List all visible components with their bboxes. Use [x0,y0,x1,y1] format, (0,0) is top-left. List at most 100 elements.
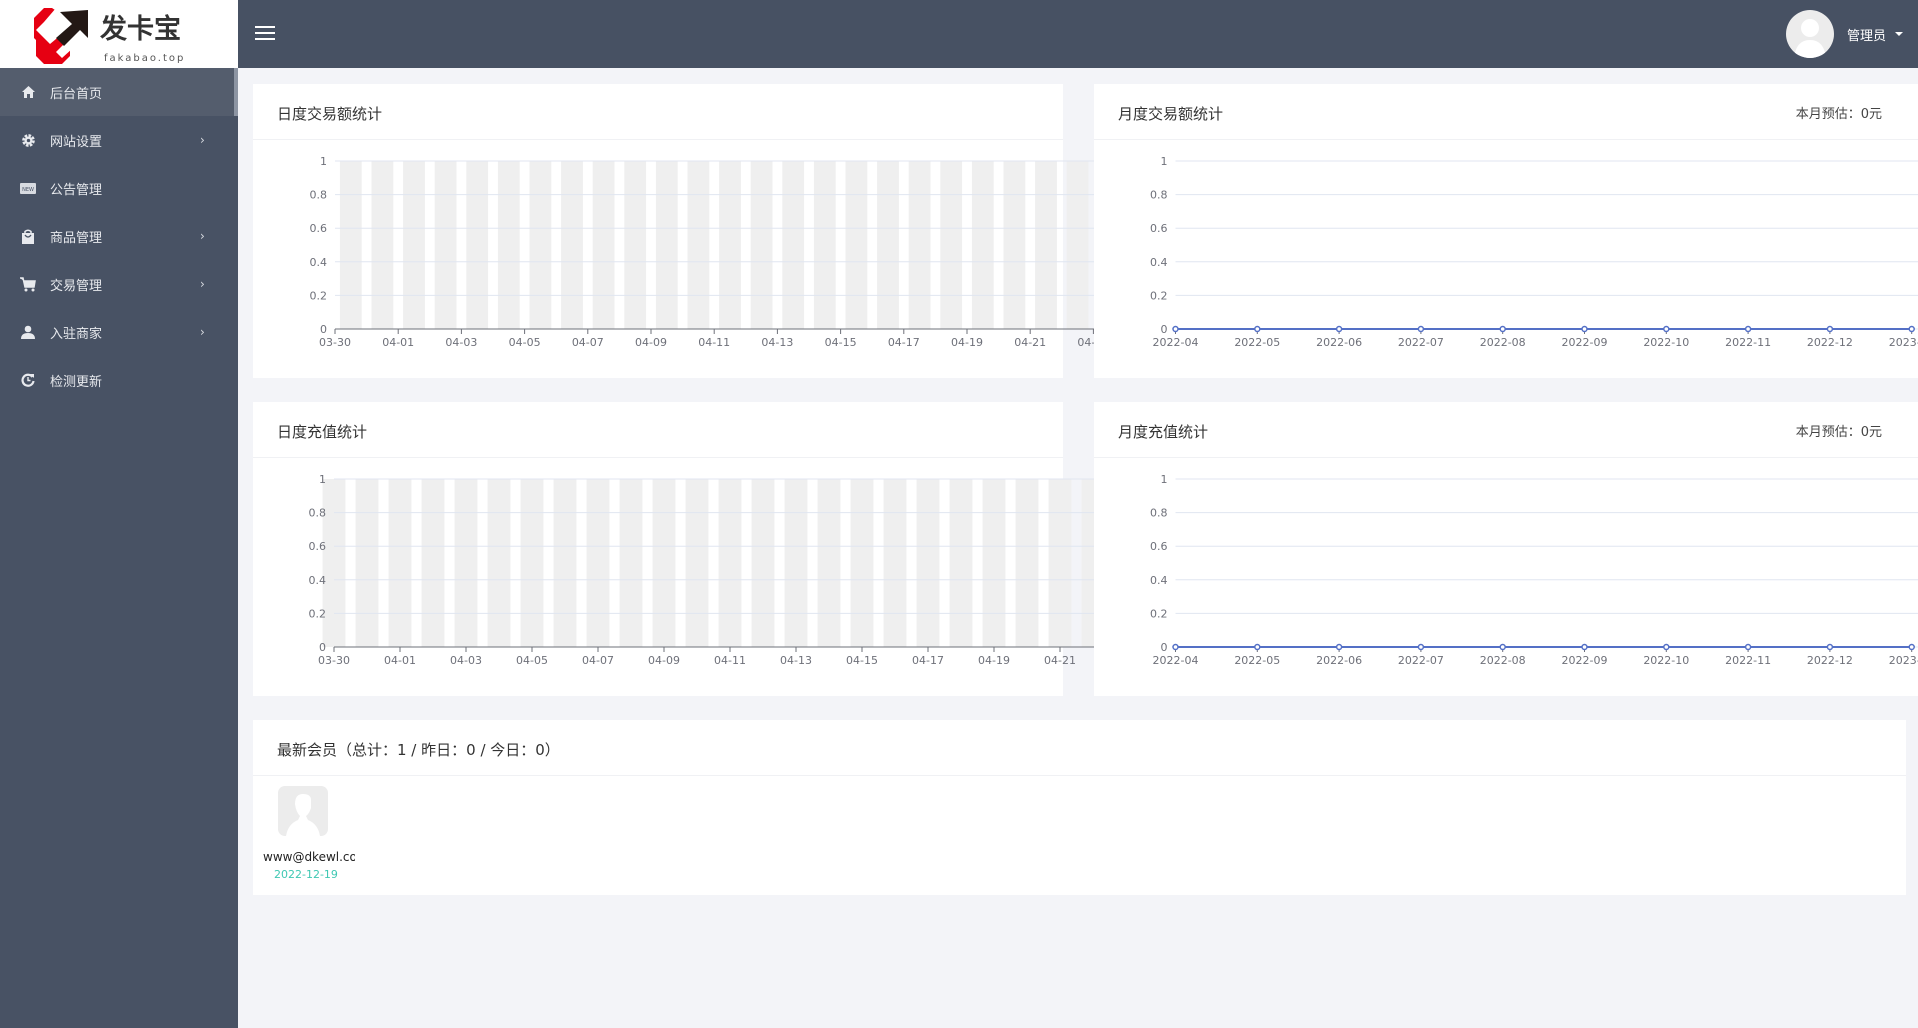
y-tick-label: 0.8 [309,507,327,520]
sidebar: 后台首页 网站设置 › NEW 公告管理 商品管理 › 交易管理 › 入驻商家 … [0,68,238,1028]
daily-recharge-card: 日度充值统计 0 0.2 0.4 0.6 0.8 1 03-30 04-01 04-03 04-0… [253,402,1142,696]
y-tick-label: 1 [1161,473,1168,486]
x-tick-label: 04-15 [825,336,857,349]
bar-background [1048,479,1072,647]
top-bar: 管理员 [238,0,1918,68]
bar-background [421,479,445,647]
x-tick-label: 04-13 [761,336,793,349]
data-point [1908,325,1915,333]
x-tick-label: 2022-12 [1807,654,1853,667]
x-tick-label: 2022-11 [1725,654,1771,667]
member-date: 2022-12-19 [274,868,338,881]
bar-background [845,161,868,329]
y-tick-label: 0.4 [310,256,328,269]
bar-background [971,161,994,329]
bar-background [592,161,615,329]
bar-background [355,479,379,647]
x-tick-label: 04-03 [445,336,477,349]
data-point [1908,643,1915,651]
y-tick-label: 0.2 [1150,289,1168,302]
bar-background [817,479,841,647]
sidebar-item-products[interactable]: 商品管理 › [0,212,234,260]
logo[interactable]: 发卡宝 fakabao.top [0,0,238,68]
sidebar-item-check-update[interactable]: 检测更新 [0,356,234,404]
sidebar-item-label: 检测更新 [50,374,103,390]
bar-background [1015,479,1039,647]
bar-background [466,161,489,329]
x-tick-label: 2022-06 [1316,336,1362,349]
chevron-right-icon: › [200,325,205,339]
bar-background [982,479,1006,647]
monthly-recharge-chart: 0 0.2 0.4 0.6 0.8 1 2022-04 2022-05 2022-06 2022-… [1150,473,1918,667]
bar-background [784,479,808,647]
monthly-trade-card: 月度交易额统计 本月预估：0元 0 0.2 0.4 0.6 0.8 1 2022-04 202… [1094,84,1918,378]
caret-down-icon[interactable] [1895,32,1903,36]
data-point [1663,325,1670,333]
sidebar-item-label: 商品管理 [50,230,103,246]
card-title: 最新会员（总计：1 / 昨日：0 / 今日：0） [277,741,560,759]
data-point [1744,325,1752,333]
sidebar-item-dashboard[interactable]: 后台首页 [0,68,234,116]
data-point [1744,643,1752,651]
bar-background [339,161,362,329]
bar-background [624,161,647,329]
logo-subtext: fakabao.top [104,53,185,64]
bar-background [718,479,742,647]
bar-background [520,479,544,647]
bar-background [371,161,394,329]
y-tick-label: 0 [319,641,326,654]
bar-background [561,161,583,329]
bag-icon [19,227,37,245]
x-tick-label: 2022-08 [1480,336,1526,349]
menu-toggle-icon[interactable] [255,26,275,42]
data-point [1663,643,1670,651]
y-tick-label: 0.2 [1150,607,1168,620]
member-avatar[interactable] [278,786,328,836]
data-point [1417,325,1425,333]
x-tick-label: 04-19 [978,654,1010,667]
user-menu[interactable]: 管理员 [1847,25,1886,44]
bar-background [685,479,709,647]
bar-background [750,161,773,329]
bar-background [782,161,805,329]
refresh-icon [19,371,37,389]
sidebar-scrollbar[interactable] [234,68,238,116]
sidebar-item-label: 入驻商家 [50,326,103,342]
x-tick-label: 04-17 [912,654,944,667]
x-tick-label: 2022-12 [1807,336,1853,349]
y-tick-label: 1 [320,155,327,168]
y-tick-label: 0.8 [310,189,328,202]
x-tick-label: 2022-06 [1316,654,1362,667]
sidebar-item-merchants[interactable]: 入驻商家 › [0,308,234,356]
x-tick-label: 04-15 [846,654,878,667]
monthly-trade-chart: 0 0.2 0.4 0.6 0.8 1 2022-04 2022-05 2022-06 2022-… [1150,155,1918,349]
bar-background [586,479,610,647]
data-point [1172,325,1179,333]
y-tick-label: 0.6 [1150,540,1168,553]
sidebar-item-site-settings[interactable]: 网站设置 › [0,116,234,164]
sidebar-item-label: 后台首页 [50,86,103,102]
logo-image: 发卡宝 fakabao.top [34,8,185,64]
cart-icon [19,275,37,293]
sidebar-item-transactions[interactable]: 交易管理 › [0,260,234,308]
daily-trade-chart: 0 0.2 0.4 0.6 0.8 1 03-30 04-01 04-03 04-05 04-07 0… [310,155,1121,349]
bar-background [529,161,552,329]
x-tick-label: 04-11 [714,654,746,667]
bar-background [908,161,931,329]
daily-trade-card: 日度交易额统计 0 0.2 0.4 0.6 0.8 1 03-30 04-01 04-03 04-… [253,84,1121,378]
x-tick-label: 04-19 [951,336,983,349]
bar-background [655,161,678,329]
bar-background [403,161,425,329]
x-tick-label: 04-09 [648,654,680,667]
x-tick-label: 04-21 [1044,654,1076,667]
y-tick-label: 0 [320,323,327,336]
x-tick-label: 04-05 [509,336,541,349]
sidebar-item-announcements[interactable]: NEW 公告管理 [0,164,234,212]
y-tick-label: 0.4 [309,574,327,587]
user-avatar[interactable] [1786,10,1834,58]
bar-background [949,479,973,647]
home-icon [19,83,37,101]
sidebar-item-label: 交易管理 [50,278,103,294]
bar-background [1035,161,1057,329]
y-tick-label: 0.6 [1150,222,1168,235]
